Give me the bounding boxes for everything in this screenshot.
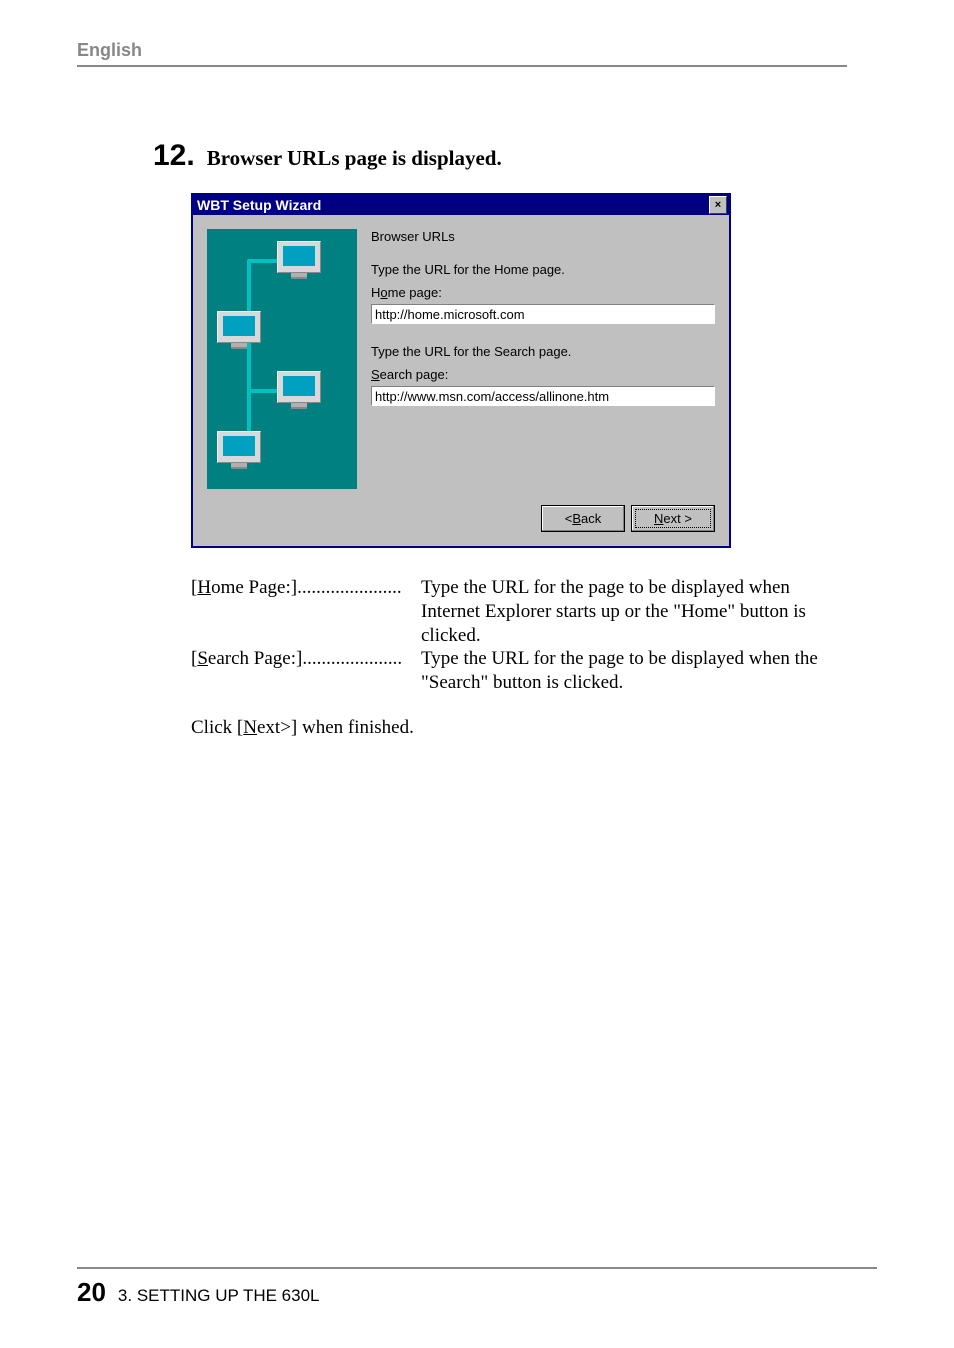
page-number: 20 bbox=[77, 1277, 106, 1308]
desc-search-text: Type the URL for the page to be displaye… bbox=[421, 647, 821, 671]
label-dots: ...................... bbox=[297, 577, 402, 598]
step-heading: 12. Browser URLs page is displayed. bbox=[153, 139, 877, 173]
label-text: earch page: bbox=[380, 367, 449, 382]
wizard-side-graphic bbox=[207, 229, 357, 489]
back-button[interactable]: < Back bbox=[541, 505, 625, 532]
text: Click [ bbox=[191, 717, 243, 738]
btn-text: < bbox=[565, 511, 573, 526]
search-page-label: Search page: bbox=[371, 367, 715, 382]
finish-instruction: Click [Next>] when finished. bbox=[191, 717, 877, 739]
label-accel: H bbox=[197, 577, 211, 598]
home-page-input[interactable] bbox=[371, 304, 715, 324]
monitor-icon bbox=[277, 371, 321, 409]
home-instruction: Type the URL for the Home page. bbox=[371, 262, 715, 277]
wizard-title: WBT Setup Wizard bbox=[197, 197, 321, 213]
btn-text: ack bbox=[581, 511, 601, 526]
desc-home-row: [Home Page:]...................... Type … bbox=[191, 576, 821, 600]
monitor-icon bbox=[217, 431, 261, 469]
footer-section: 3. SETTING UP THE 630L bbox=[118, 1286, 320, 1306]
text: ext>] when finished. bbox=[257, 717, 414, 738]
descriptions: [Home Page:]...................... Type … bbox=[191, 576, 821, 695]
label-accel: o bbox=[380, 285, 387, 300]
label-text: ome Page:] bbox=[211, 577, 297, 598]
search-instruction: Type the URL for the Search page. bbox=[371, 344, 715, 359]
btn-accel: B bbox=[572, 511, 581, 526]
desc-home-text: clicked. bbox=[421, 624, 821, 648]
monitor-icon bbox=[277, 241, 321, 279]
btn-accel: N bbox=[654, 511, 663, 526]
header-language: English bbox=[77, 40, 847, 67]
step-number: 12. bbox=[153, 139, 195, 173]
wizard-titlebar: WBT Setup Wizard × bbox=[193, 195, 729, 215]
next-button[interactable]: Next > bbox=[631, 505, 715, 532]
btn-text: ext > bbox=[663, 511, 692, 526]
desc-home-text: Internet Explorer starts up or the "Home… bbox=[421, 600, 821, 624]
label-dots: ..................... bbox=[302, 648, 402, 669]
monitor-icon bbox=[217, 311, 261, 349]
search-page-input[interactable] bbox=[371, 386, 715, 406]
label-accel: S bbox=[197, 648, 208, 669]
wizard-dialog: WBT Setup Wizard × Browser URLs Type the… bbox=[191, 193, 731, 548]
home-page-label: Home page: bbox=[371, 285, 715, 300]
close-button[interactable]: × bbox=[709, 196, 727, 214]
desc-search-text: "Search" button is clicked. bbox=[421, 671, 821, 695]
label-accel: S bbox=[371, 367, 380, 382]
desc-search-row: [Search Page:]..................... Type… bbox=[191, 647, 821, 671]
label-text: earch Page:] bbox=[208, 648, 302, 669]
text-accel: N bbox=[243, 717, 257, 738]
desc-home-text: Type the URL for the page to be displaye… bbox=[421, 576, 821, 600]
label-text: H bbox=[371, 285, 380, 300]
wizard-heading: Browser URLs bbox=[371, 229, 715, 244]
label-text: me page: bbox=[388, 285, 442, 300]
step-title: Browser URLs page is displayed. bbox=[207, 146, 502, 171]
page-footer: 20 3. SETTING UP THE 630L bbox=[77, 1267, 877, 1308]
